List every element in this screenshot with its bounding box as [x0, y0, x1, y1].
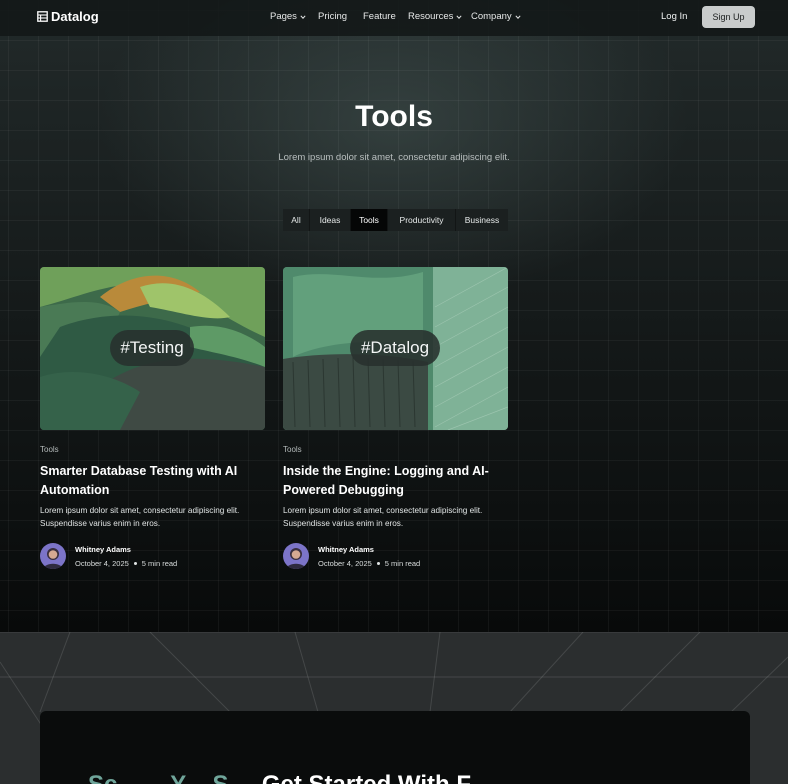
separator-dot: [376, 561, 380, 565]
cta-heading-part: Get Started With F: [229, 771, 471, 784]
post-card[interactable]: #Testing Tools Smarter Database Testing …: [40, 267, 265, 569]
nav-link-label: Resources: [408, 11, 454, 22]
nav-link-feature[interactable]: Feature: [363, 11, 408, 22]
tab-ideas[interactable]: Ideas: [310, 209, 351, 231]
top-nav: Datalog Pages Pricing Feature Resources …: [0, 0, 788, 36]
nav-link-label: Company: [471, 11, 512, 22]
page-title: Tools: [355, 100, 433, 133]
post-title[interactable]: Inside the Engine: Logging and AI-Powere…: [283, 462, 505, 500]
post-card[interactable]: #Datalog Tools Inside the Engine: Loggin…: [283, 267, 508, 569]
post-date: October 4, 2025: [318, 558, 372, 568]
avatar: [40, 543, 66, 569]
nav-link-company[interactable]: Company: [471, 11, 523, 22]
post-category[interactable]: Tools: [283, 445, 302, 454]
chevron-down-icon: [300, 14, 306, 19]
nav-links: Pages Pricing Feature Resources Company: [270, 11, 523, 22]
cta-heading-accent: c Y S: [104, 771, 229, 784]
post-excerpt: Lorem ipsum dolor sit amet, consectetur …: [283, 506, 483, 528]
cta-card: Sc Y S Get Started With F: [40, 711, 750, 784]
separator-dot: [133, 561, 137, 565]
cta-heading: Sc Y S Get Started With F: [88, 769, 708, 784]
nav-link-resources[interactable]: Resources: [408, 11, 471, 22]
post-meta: October 4, 2025 5 min read: [75, 559, 177, 568]
logo-icon: [37, 11, 48, 22]
post-thumbnail[interactable]: #Datalog: [283, 267, 508, 430]
post-author: Whitney Adams October 4, 2025 5 min read: [283, 543, 420, 569]
tag-pill: #Testing: [110, 330, 194, 366]
avatar: [283, 543, 309, 569]
logo-text: Datalog: [51, 9, 99, 24]
signup-button[interactable]: Sign Up: [702, 6, 755, 28]
category-tabs: All Ideas Tools Productivity Business: [283, 209, 508, 231]
nav-link-pricing[interactable]: Pricing: [318, 11, 363, 22]
read-time: 5 min read: [384, 558, 421, 568]
nav-link-label: Pricing: [318, 11, 348, 22]
post-meta: October 4, 2025 5 min read: [318, 559, 420, 568]
post-author: Whitney Adams October 4, 2025 5 min read: [40, 543, 177, 569]
post-date: October 4, 2025: [75, 558, 129, 568]
tab-all[interactable]: All: [283, 209, 310, 231]
tab-business[interactable]: Business: [456, 209, 508, 231]
nav-link-pages[interactable]: Pages: [270, 11, 318, 22]
author-name: Whitney Adams: [318, 544, 374, 554]
post-category[interactable]: Tools: [40, 445, 59, 454]
logo[interactable]: Datalog: [37, 9, 99, 24]
cta-heading-part: S: [88, 771, 104, 784]
cta-section: Sc Y S Get Started With F: [0, 632, 788, 784]
post-thumbnail[interactable]: #Testing: [40, 267, 265, 430]
chevron-down-icon: [456, 14, 462, 19]
author-name: Whitney Adams: [75, 544, 131, 554]
hero-section: Datalog Pages Pricing Feature Resources …: [0, 0, 788, 632]
post-title[interactable]: Smarter Database Testing with AI Automat…: [40, 462, 262, 500]
chevron-down-icon: [515, 14, 521, 19]
post-excerpt: Lorem ipsum dolor sit amet, consectetur …: [40, 506, 240, 528]
read-time: 5 min read: [141, 558, 178, 568]
nav-link-label: Feature: [363, 11, 396, 22]
login-link[interactable]: Log In: [661, 11, 687, 22]
page-subtitle: Lorem ipsum dolor sit amet, consectetur …: [278, 152, 510, 163]
tab-tools[interactable]: Tools: [351, 209, 388, 231]
nav-link-label: Pages: [270, 11, 297, 22]
tab-productivity[interactable]: Productivity: [388, 209, 456, 231]
tag-pill: #Datalog: [350, 330, 440, 366]
